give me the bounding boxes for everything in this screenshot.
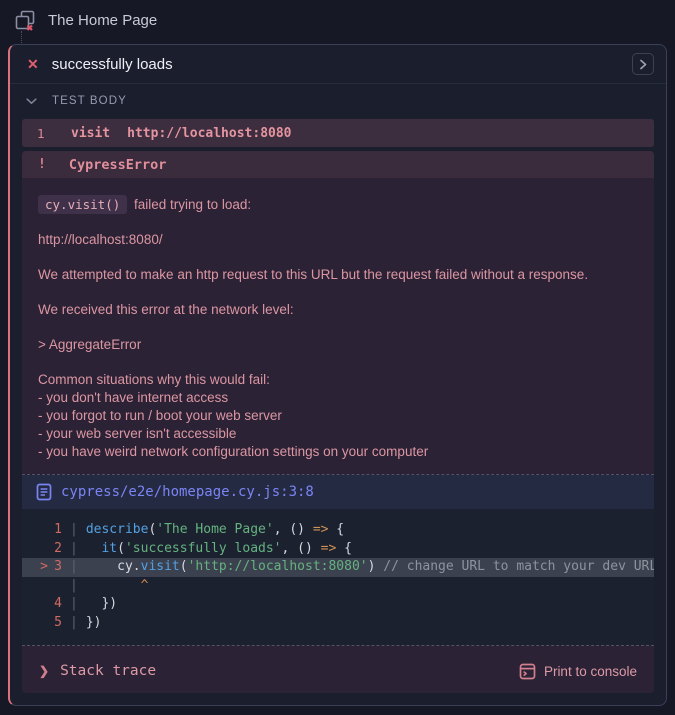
print-to-console-label: Print to console: [544, 664, 637, 679]
error-footer: ❯ Stack trace Print to console: [22, 646, 654, 693]
print-to-console-button[interactable]: Print to console: [519, 663, 637, 680]
code-line: 1|describe('The Home Page', () => {: [22, 521, 654, 540]
error-paragraph: We attempted to make an http request to …: [38, 266, 638, 284]
stack-trace-label: Stack trace: [60, 663, 156, 679]
stack-trace-toggle[interactable]: ❯ Stack trace: [39, 663, 156, 679]
chevron-down-icon: [26, 92, 37, 110]
failed-test-panel: ✕ successfully loads TEST BODY 1 visit h…: [8, 44, 667, 706]
test-failed-icon: ✕: [27, 56, 39, 73]
command-number: 1: [37, 126, 51, 141]
error-intro-line: cy.visit() failed trying to load:: [38, 196, 638, 214]
error-situation-line: - you forgot to run / boot your web serv…: [38, 407, 638, 425]
error-command-chip: cy.visit(): [38, 195, 127, 214]
error-url: http://localhost:8080/: [38, 231, 638, 249]
code-line: 5|}): [22, 614, 654, 633]
error-block: ! CypressError cy.visit() failed trying …: [22, 151, 654, 693]
test-body-toggle[interactable]: TEST BODY: [10, 84, 666, 117]
command-method: visit: [71, 126, 110, 141]
code-line: >3| cy.visit('http://localhost:8080') //…: [22, 558, 654, 577]
error-header: ! CypressError: [22, 151, 654, 178]
chevron-right-icon: [639, 59, 648, 70]
code-line: 4| }): [22, 595, 654, 614]
code-line: | ^: [22, 577, 654, 596]
error-name: CypressError: [69, 157, 167, 173]
open-test-button[interactable]: [632, 53, 654, 75]
suite-header[interactable]: The Home Page: [0, 0, 675, 40]
file-icon: [36, 483, 52, 501]
test-header[interactable]: ✕ successfully loads: [10, 45, 666, 83]
error-situation-line: - you have weird network configuration s…: [38, 443, 638, 461]
test-body-label: TEST BODY: [52, 95, 127, 107]
suite-connector-line: [21, 31, 22, 45]
error-situation-line: - your web server isn't accessible: [38, 425, 638, 443]
test-title: successfully loads: [52, 56, 632, 73]
error-paragraph: We received this error at the network le…: [38, 301, 638, 319]
code-line: 2| it('successfully loads', () => {: [22, 540, 654, 559]
error-situation-list: - you don't have internet access- you fo…: [38, 389, 638, 461]
error-bang-icon: !: [38, 157, 46, 172]
error-message: cy.visit() failed trying to load: http:/…: [22, 178, 654, 474]
error-situation-line: - you don't have internet access: [38, 389, 638, 407]
error-paragraph: > AggregateError: [38, 336, 638, 354]
command-message: http://localhost:8080: [127, 126, 291, 141]
error-code-frame: cypress/e2e/homepage.cy.js:3:8 1|describ…: [22, 474, 654, 646]
suite-failed-icon: [13, 8, 37, 32]
command-log-entry[interactable]: 1 visit http://localhost:8080: [22, 119, 654, 147]
suite-title: The Home Page: [48, 12, 157, 29]
error-file-link[interactable]: cypress/e2e/homepage.cy.js:3:8: [22, 475, 654, 509]
file-path: cypress/e2e/homepage.cy.js:3:8: [61, 484, 314, 500]
error-paragraph: Common situations why this would fail:: [38, 371, 638, 389]
code-snippet: 1|describe('The Home Page', () => {2| it…: [22, 509, 654, 645]
console-icon: [519, 663, 536, 680]
chevron-right-icon: ❯: [39, 664, 49, 678]
